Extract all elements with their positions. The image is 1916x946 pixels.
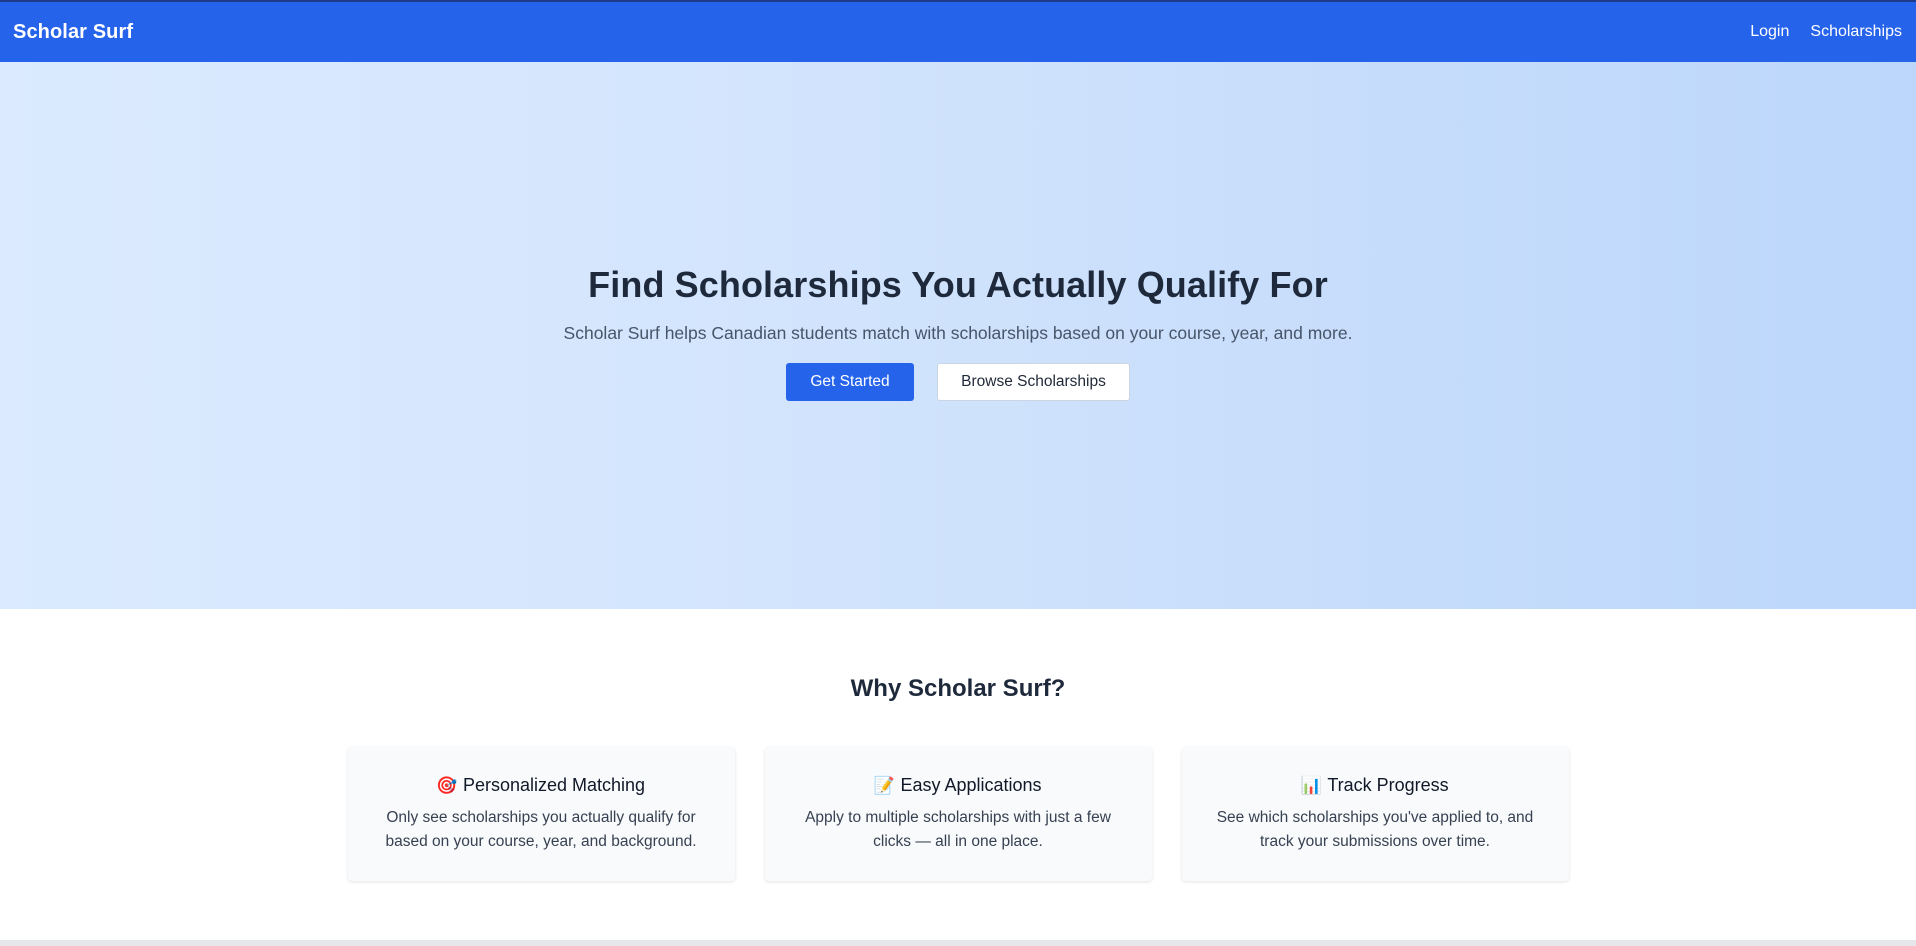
feature-title: Track Progress xyxy=(1327,775,1449,795)
feature-heading: 📝 Easy Applications xyxy=(765,775,1152,796)
feature-card-personalized-matching: 🎯 Personalized Matching Only see scholar… xyxy=(347,747,735,881)
feature-heading: 🎯 Personalized Matching xyxy=(348,775,735,796)
page-bottom-border xyxy=(0,940,1916,946)
hero-section: Find Scholarships You Actually Qualify F… xyxy=(0,62,1916,609)
target-icon: 🎯 xyxy=(436,776,458,795)
hero-subtitle: Scholar Surf helps Canadian students mat… xyxy=(563,323,1353,343)
browse-scholarships-button[interactable]: Browse Scholarships xyxy=(937,363,1130,401)
features-section: Why Scholar Surf? 🎯 Personalized Matchin… xyxy=(0,609,1916,881)
brand-logo[interactable]: Scholar Surf xyxy=(13,21,133,44)
feature-card-easy-applications: 📝 Easy Applications Apply to multiple sc… xyxy=(764,747,1152,881)
top-navbar: Scholar Surf Login Scholarships xyxy=(0,0,1916,62)
get-started-button[interactable]: Get Started xyxy=(786,363,914,401)
features-title: Why Scholar Surf? xyxy=(850,675,1066,702)
nav-links: Login Scholarships xyxy=(1750,23,1902,41)
scholarships-link[interactable]: Scholarships xyxy=(1810,23,1902,41)
feature-description: Apply to multiple scholarships with just… xyxy=(805,809,1111,850)
feature-title: Easy Applications xyxy=(900,775,1042,795)
feature-grid: 🎯 Personalized Matching Only see scholar… xyxy=(347,747,1569,881)
feature-title: Personalized Matching xyxy=(462,775,646,795)
login-link[interactable]: Login xyxy=(1750,23,1789,41)
hero-actions: Get Started Browse Scholarships xyxy=(786,363,1130,401)
hero-title: Find Scholarships You Actually Qualify F… xyxy=(588,264,1328,305)
feature-description: See which scholarships you've applied to… xyxy=(1216,809,1534,850)
feature-heading: 📊 Track Progress xyxy=(1182,775,1569,796)
feature-card-track-progress: 📊 Track Progress See which scholarships … xyxy=(1181,747,1569,881)
memo-icon: 📝 xyxy=(873,776,896,795)
feature-description: Only see scholarships you actually quali… xyxy=(385,809,697,850)
bar-chart-icon: 📊 xyxy=(1300,776,1322,795)
landing-page: Scholar Surf Login Scholarships Find Sch… xyxy=(0,0,1916,946)
